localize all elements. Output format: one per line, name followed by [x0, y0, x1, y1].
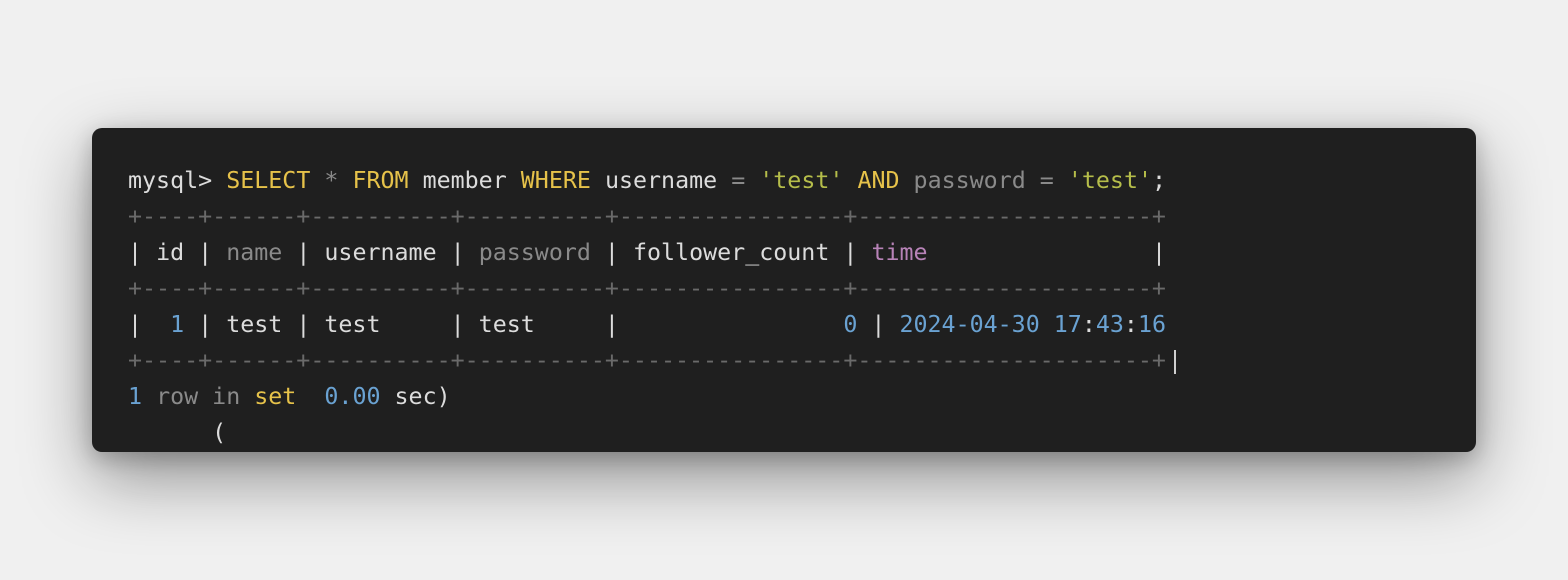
cell-follower-count: 0 [843, 311, 858, 338]
header-follower-count: follower_count [632, 239, 830, 266]
row-count: 1 [128, 383, 143, 410]
star-operator: * [324, 167, 339, 194]
header-time: time [871, 239, 928, 266]
equals-operator-2: = [1039, 167, 1054, 194]
duration-unit: sec) [394, 383, 451, 410]
header-username: username [324, 239, 437, 266]
equals-operator-1: = [731, 167, 746, 194]
select-keyword: SELECT [226, 167, 311, 194]
query-duration: 0.00 [324, 383, 381, 410]
table-border-bottom: +----+------+----------+----------+-----… [128, 347, 1166, 374]
table-border-header: +----+------+----------+----------+-----… [128, 275, 1166, 302]
header-id: id [156, 239, 185, 266]
from-keyword: FROM [352, 167, 409, 194]
table-row: | 1 | test | test | test | 0 | 2024-04-3… [128, 311, 1167, 338]
username-column: username [604, 167, 718, 194]
header-password: password [478, 239, 591, 266]
cell-time-minute: 43 [1095, 311, 1124, 338]
username-value: 'test' [759, 167, 844, 194]
text-cursor [1174, 350, 1176, 374]
table-name: member [422, 167, 507, 194]
where-keyword: WHERE [520, 167, 591, 194]
semicolon: ; [1152, 167, 1167, 194]
table-header-row: | id | name | username | password | foll… [128, 239, 1166, 266]
cell-password: test [478, 311, 535, 338]
stray-paren-line: ( [128, 418, 226, 448]
password-column: password [913, 167, 1026, 194]
query-line: mysql> SELECT * FROM member WHERE userna… [128, 166, 1166, 196]
open-paren: ( [212, 419, 227, 446]
password-value: 'test' [1067, 167, 1153, 194]
mysql-prompt: mysql> [128, 167, 213, 194]
result-summary: 1 row in set 0.00 sec) [128, 382, 451, 412]
and-keyword: AND [857, 167, 900, 194]
cell-name: test [226, 311, 283, 338]
row-in-text: row in [156, 383, 241, 410]
cell-time-second: 16 [1137, 311, 1167, 338]
cell-id: 1 [170, 311, 185, 338]
header-name: name [226, 239, 283, 266]
cell-username: test [324, 311, 381, 338]
cell-time-hour: 17 [1053, 311, 1082, 338]
set-keyword: set [254, 383, 297, 410]
table-border-top: +----+------+----------+----------+-----… [128, 203, 1166, 230]
page-background: mysql> SELECT * FROM member WHERE userna… [0, 0, 1568, 580]
cell-time-date: 2024-04-30 [899, 311, 1040, 338]
